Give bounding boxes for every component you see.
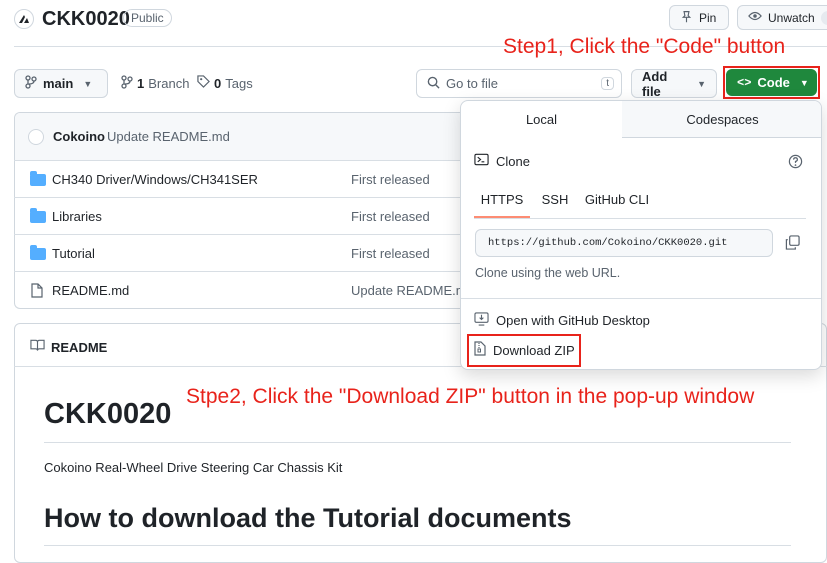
file-zip-icon [474,341,486,359]
caret-down-icon: ▼ [799,77,809,88]
file-name[interactable]: README.md [52,283,129,298]
file-icon [31,283,43,301]
pin-button[interactable]: Pin [669,5,729,30]
file-commit-message[interactable]: Update README.md [351,283,474,298]
goto-file-input[interactable]: Go to file t [416,69,622,98]
step2-annotation: Stpe2, Click the "Download ZIP" button i… [186,385,755,408]
readme-heading-rule [44,545,791,546]
branch-selector[interactable]: main ▼ [14,69,108,98]
file-commit-message[interactable]: First released [351,246,430,261]
tag-icon [197,75,210,91]
protocol-ssh-label: SSH [541,191,569,207]
tab-local-label: Local [525,111,558,127]
help-icon[interactable] [788,154,803,172]
open-desktop-item[interactable]: Open with GitHub Desktop [474,312,650,329]
protocol-tab-ssh[interactable]: SSH [536,181,574,217]
author-avatar [28,128,44,145]
desktop-download-icon [474,312,489,329]
copy-icon[interactable] [785,235,800,253]
code-popup: Local Codespaces Clone HTTPS SSH GitHub … [460,100,822,370]
readme-title: CKK0020 [44,398,172,430]
search-icon [427,76,440,92]
terminal-icon [474,153,489,169]
download-zip-label: Download ZIP [493,342,575,358]
visibility-badge: Public [123,9,172,27]
goto-shortcut-key: t [601,77,614,90]
popup-tab-codespaces[interactable]: Codespaces [622,101,821,138]
popup-tab-local[interactable]: Local [461,101,623,137]
open-desktop-label: Open with GitHub Desktop [496,313,650,328]
branches-count: 1 [137,76,145,91]
protocol-https-label: HTTPS [480,191,524,207]
latest-commit-bar: Cokoino Update README.md [15,113,474,160]
tab-codespaces-label: Codespaces [686,111,759,127]
protocol-cli-label: GitHub CLI [584,191,650,207]
folder-icon [30,244,46,260]
file-row[interactable]: README.md Update README.md [14,271,474,309]
download-zip-item[interactable]: Download ZIP [474,341,575,359]
clone-header: Clone [474,153,530,169]
tags-link[interactable]: 0 Tags [197,75,253,91]
book-icon [30,339,45,355]
code-icon: <> [737,75,752,90]
file-name[interactable]: Tutorial [52,246,95,261]
protocol-tab-https[interactable]: HTTPS [474,181,530,217]
file-name[interactable]: CH340 Driver/Windows/CH341SER [52,172,258,187]
eye-icon [748,10,762,25]
file-row[interactable]: Libraries First released [14,197,474,235]
tags-count: 0 [214,75,222,91]
branch-icon [25,75,37,92]
file-name[interactable]: Libraries [52,209,102,224]
clone-url: https://github.com/Cokoino/CKK0020.git [488,237,728,249]
unwatch-label: Unwatch [768,10,815,25]
repo-avatar [14,9,34,29]
commit-message[interactable]: Update README.md [107,129,230,144]
readme-title-rule [44,442,791,443]
readme-description: Cokoino Real-Wheel Drive Steering Car Ch… [44,460,343,475]
protocol-tab-cli[interactable]: GitHub CLI [582,181,652,217]
watch-count: 1 [820,10,827,25]
readme-heading: How to download the Tutorial documents [44,503,572,533]
pin-label: Pin [699,10,717,25]
clone-label: Clone [496,153,530,169]
protocol-tabs-divider [474,218,806,219]
unwatch-button[interactable]: Unwatch 1 [737,5,827,30]
popup-divider [461,298,821,299]
clone-url-field[interactable]: https://github.com/Cokoino/CKK0020.git [475,229,773,257]
branch-name: main [43,76,74,91]
folder-icon [30,170,46,186]
add-file-label: Add file [642,68,668,99]
code-label: Code [757,75,790,90]
readme-tab[interactable]: README [30,339,107,355]
repo-name[interactable]: CKK0020 [42,8,130,31]
file-row[interactable]: CH340 Driver/Windows/CH341SER First rele… [14,160,474,198]
clone-hint: Clone using the web URL. [475,266,621,280]
file-commit-message[interactable]: First released [351,172,430,187]
branch-icon [121,75,133,92]
code-button[interactable]: <> Code ▼ [726,69,817,96]
folder-icon [30,207,46,223]
branches-link[interactable]: 1 Branch [121,75,189,92]
branches-label: Branch [148,76,190,91]
file-row[interactable]: Tutorial First released [14,234,474,272]
readme-tab-label: README [51,339,108,355]
caret-down-icon: ▼ [697,78,706,89]
caret-down-icon: ▼ [83,78,93,89]
add-file-button[interactable]: Add file ▼ [631,68,717,99]
goto-file-placeholder: Go to file [446,76,499,91]
pin-icon [680,10,693,26]
step1-annotation: Step1, Click the "Code" button [503,35,786,58]
file-commit-message[interactable]: First released [351,209,430,224]
tags-label: Tags [225,75,253,91]
commit-author[interactable]: Cokoino [53,129,105,144]
